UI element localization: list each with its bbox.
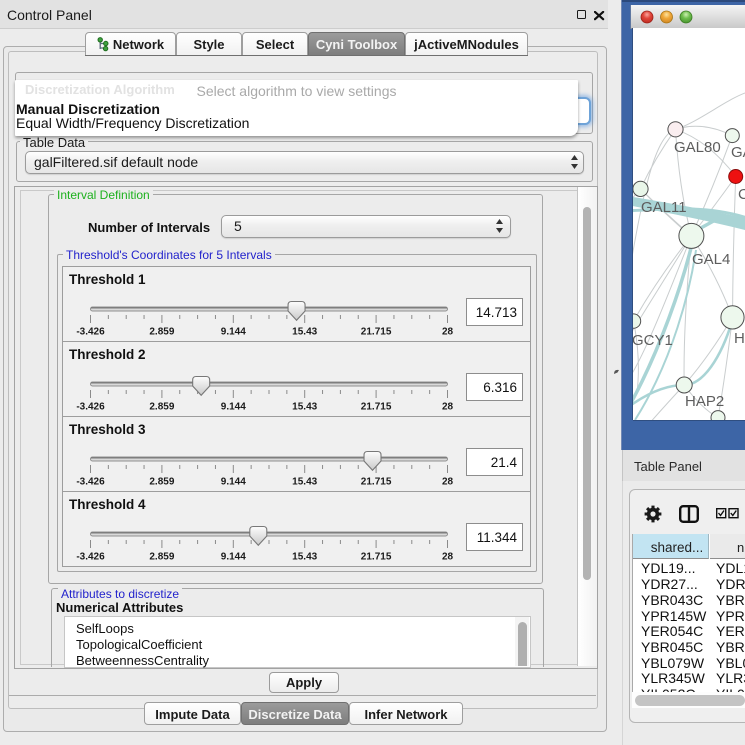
svg-text:2.859: 2.859 <box>149 552 174 563</box>
svg-text:15.43: 15.43 <box>292 552 317 563</box>
svg-text:2.859: 2.859 <box>149 477 174 488</box>
svg-text:-3.426: -3.426 <box>76 477 105 488</box>
svg-text:GAL11: GAL11 <box>641 199 687 216</box>
svg-text:9.144: 9.144 <box>221 477 246 488</box>
svg-text:21.715: 21.715 <box>361 552 392 563</box>
svg-text:-3.426: -3.426 <box>76 402 105 413</box>
svg-text:21.715: 21.715 <box>361 402 392 413</box>
svg-text:9.144: 9.144 <box>221 402 246 413</box>
svg-text:HAP2: HAP2 <box>685 393 724 410</box>
svg-text:28: 28 <box>442 477 454 488</box>
svg-text:GAL4: GAL4 <box>692 251 730 268</box>
svg-text:C: C <box>738 186 745 203</box>
svg-text:21.715: 21.715 <box>361 327 392 338</box>
svg-text:15.43: 15.43 <box>292 477 317 488</box>
svg-text:28: 28 <box>442 552 454 563</box>
svg-text:H: H <box>734 330 745 347</box>
svg-text:-3.426: -3.426 <box>76 552 105 563</box>
svg-text:GCY1: GCY1 <box>633 332 673 349</box>
svg-text:9.144: 9.144 <box>221 327 246 338</box>
svg-text:GAL80: GAL80 <box>674 139 721 156</box>
svg-text:15.43: 15.43 <box>292 402 317 413</box>
svg-text:2.859: 2.859 <box>149 327 174 338</box>
svg-text:-3.426: -3.426 <box>76 327 105 338</box>
svg-text:28: 28 <box>442 402 454 413</box>
svg-text:9.144: 9.144 <box>221 552 246 563</box>
svg-text:28: 28 <box>442 327 454 338</box>
svg-text:21.715: 21.715 <box>361 477 392 488</box>
svg-text:15.43: 15.43 <box>292 327 317 338</box>
svg-text:GA: GA <box>731 144 745 161</box>
svg-text:2.859: 2.859 <box>149 402 174 413</box>
